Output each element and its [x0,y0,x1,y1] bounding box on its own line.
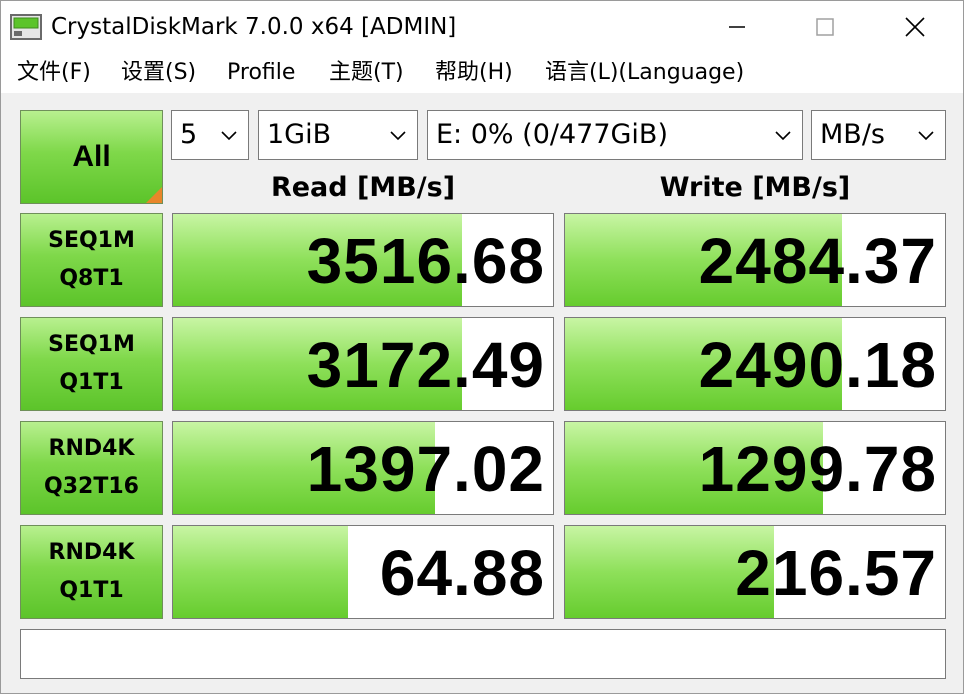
status-bar [20,629,946,679]
maximize-button[interactable] [779,1,871,53]
read-value: 3516.68 [306,225,545,297]
main-panel: All 5 1GiB E: 0% (0/477GiB) MB/s Read [M… [1,93,963,693]
count-select[interactable]: 5 [171,110,249,160]
read-result-cell: 64.88 [172,525,554,619]
app-disk-icon [10,14,42,40]
test-button-rnd4k-q1t1[interactable]: RND4K Q1T1 [20,525,163,619]
read-value: 3172.49 [306,329,545,401]
test-label-line1: RND4K [48,436,135,461]
chevron-down-icon [221,131,237,141]
close-icon [905,17,925,37]
unit-select[interactable]: MB/s [811,110,946,160]
test-label-line2: Q32T16 [44,474,139,499]
menu-language[interactable]: 语言(L)(Language) [545,57,744,89]
read-result-cell: 1397.02 [172,421,554,515]
test-label-line1: RND4K [48,540,135,565]
write-value: 216.57 [735,537,937,609]
write-result-cell: 2484.37 [564,213,946,307]
test-label-line1: SEQ1M [48,228,135,253]
test-label-line2: Q8T1 [59,266,124,291]
count-value: 5 [180,119,198,150]
test-label-line1: SEQ1M [48,332,135,357]
drive-value: E: 0% (0/477GiB) [436,119,668,150]
all-button[interactable]: All [20,110,163,204]
corner-marker [146,187,162,203]
test-label-line2: Q1T1 [59,578,124,603]
write-result-cell: 1299.78 [564,421,946,515]
menu-help[interactable]: 帮助(H) [435,57,513,89]
menu-file[interactable]: 文件(F) [17,57,91,89]
unit-value: MB/s [820,119,885,150]
minimize-icon [729,26,745,28]
app-window: CrystalDiskMark 7.0.0 x64 [ADMIN] 文件(F) … [0,0,964,694]
menu-profile[interactable]: Profile [227,57,295,89]
menu-theme[interactable]: 主题(T) [329,57,404,89]
write-result-cell: 2490.18 [564,317,946,411]
chevron-down-icon [775,131,791,141]
write-value: 2490.18 [698,329,937,401]
test-button-seq1m-q8t1[interactable]: SEQ1M Q8T1 [20,213,163,307]
minimize-button[interactable] [691,1,783,53]
drive-select[interactable]: E: 0% (0/477GiB) [427,110,803,160]
write-value: 2484.37 [698,225,937,297]
menu-bar: 文件(F) 设置(S) Profile 主题(T) 帮助(H) 语言(L)(La… [1,53,963,93]
size-select[interactable]: 1GiB [258,110,418,160]
test-label-line2: Q1T1 [59,370,124,395]
chevron-down-icon [918,131,934,141]
title-bar: CrystalDiskMark 7.0.0 x64 [ADMIN] [1,1,963,53]
read-progress-bar [173,526,348,618]
read-result-cell: 3172.49 [172,317,554,411]
write-header: Write [MB/s] [659,172,851,203]
size-value: 1GiB [267,119,332,150]
read-result-cell: 3516.68 [172,213,554,307]
all-button-label: All [72,140,111,173]
maximize-icon [816,18,834,36]
read-value: 1397.02 [306,433,545,505]
close-button[interactable] [869,1,961,53]
chevron-down-icon [390,131,406,141]
read-header: Read [MB/s] [270,172,456,203]
read-value: 64.88 [379,537,545,609]
test-button-rnd4k-q32t16[interactable]: RND4K Q32T16 [20,421,163,515]
write-value: 1299.78 [698,433,937,505]
window-title: CrystalDiskMark 7.0.0 x64 [ADMIN] [51,14,457,40]
menu-settings[interactable]: 设置(S) [121,57,196,89]
test-button-seq1m-q1t1[interactable]: SEQ1M Q1T1 [20,317,163,411]
write-result-cell: 216.57 [564,525,946,619]
